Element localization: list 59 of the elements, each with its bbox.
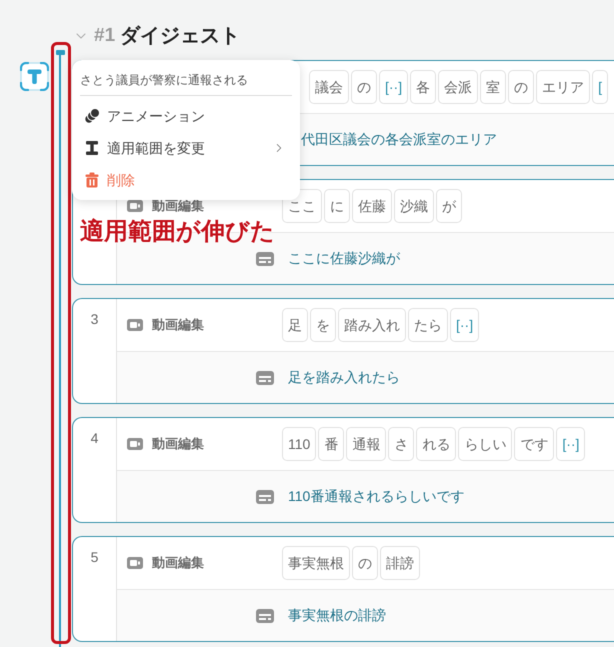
track-label: 動画編集 — [152, 316, 204, 334]
section-number: #1 — [94, 24, 116, 48]
pause-marker-chip[interactable]: [··] — [556, 427, 586, 461]
video-icon — [127, 319, 143, 331]
word-chip[interactable]: です — [514, 427, 554, 461]
word-chip[interactable]: 沙織 — [394, 189, 434, 223]
word-chip[interactable]: 会派 — [438, 70, 478, 104]
word-chip[interactable]: 足 — [282, 308, 308, 342]
word-chip[interactable]: の — [351, 70, 377, 104]
clip-number: 5 — [90, 548, 98, 567]
word-chip[interactable]: 室 — [480, 70, 506, 104]
annotation-text: 適用範囲が伸びた — [80, 217, 275, 247]
word-chip[interactable]: の — [352, 546, 378, 580]
subtitle-text[interactable]: ここに佐藤沙織が — [288, 248, 400, 269]
i-beam-icon — [84, 140, 100, 156]
word-chip[interactable]: 110 — [282, 427, 316, 461]
menu-title: さとう議員が警察に通報される — [80, 60, 292, 96]
word-chip[interactable]: に — [324, 189, 350, 223]
word-chip[interactable]: を — [310, 308, 336, 342]
word-chip[interactable]: たら — [408, 308, 448, 342]
clip-number: 4 — [90, 429, 98, 448]
word-chip[interactable]: 各 — [410, 70, 436, 104]
text-layer-icon[interactable] — [20, 62, 49, 91]
subtitle-icon — [256, 370, 274, 384]
word-chip[interactable]: 佐藤 — [352, 189, 392, 223]
word-chip[interactable]: の — [508, 70, 534, 104]
word-chip[interactable]: 議会 — [309, 70, 349, 104]
word-chip[interactable]: さ — [388, 427, 414, 461]
video-icon — [127, 438, 143, 450]
subtitle-text[interactable]: 代田区議会の各会派室のエリア — [301, 129, 497, 150]
subtitle-icon — [256, 608, 274, 622]
stacked-circles-icon — [84, 108, 100, 124]
menu-item[interactable]: アニメーション — [72, 100, 300, 132]
subtitle-icon — [256, 252, 274, 266]
subtitle-text[interactable]: 110番通報されるらしいです — [288, 486, 464, 507]
range-handle[interactable] — [56, 50, 65, 55]
word-chip[interactable]: が — [436, 189, 462, 223]
track-label: 動画編集 — [152, 197, 204, 216]
word-chip[interactable]: 誹謗 — [380, 546, 420, 580]
video-icon — [127, 557, 143, 569]
track-label: 動画編集 — [152, 554, 204, 572]
pause-marker-chip[interactable]: [··] — [379, 70, 408, 104]
word-chip[interactable]: らしい — [458, 427, 512, 461]
subtitle-text[interactable]: 足を踏み入れたら — [288, 367, 400, 388]
track-label: 動画編集 — [152, 435, 204, 454]
clip-number: 3 — [90, 310, 98, 329]
word-chip[interactable]: 踏み入れ — [338, 308, 406, 342]
word-chip[interactable]: エリア — [536, 70, 590, 104]
subtitle-text[interactable]: 事実無根の誹謗 — [288, 605, 386, 626]
section-title: ダイジェスト — [120, 24, 240, 49]
word-chip[interactable]: 通報 — [346, 427, 386, 461]
pause-marker-chip[interactable]: [ — [592, 70, 608, 104]
menu-item[interactable]: 適用範囲を変更 — [72, 132, 300, 164]
word-chip[interactable]: れる — [416, 427, 456, 461]
subtitle-icon — [256, 490, 274, 504]
word-chip[interactable]: 番 — [318, 427, 344, 461]
pause-marker-chip[interactable]: [··] — [450, 308, 480, 342]
word-chip[interactable]: 事実無根 — [282, 546, 350, 580]
trash-icon — [84, 172, 100, 188]
